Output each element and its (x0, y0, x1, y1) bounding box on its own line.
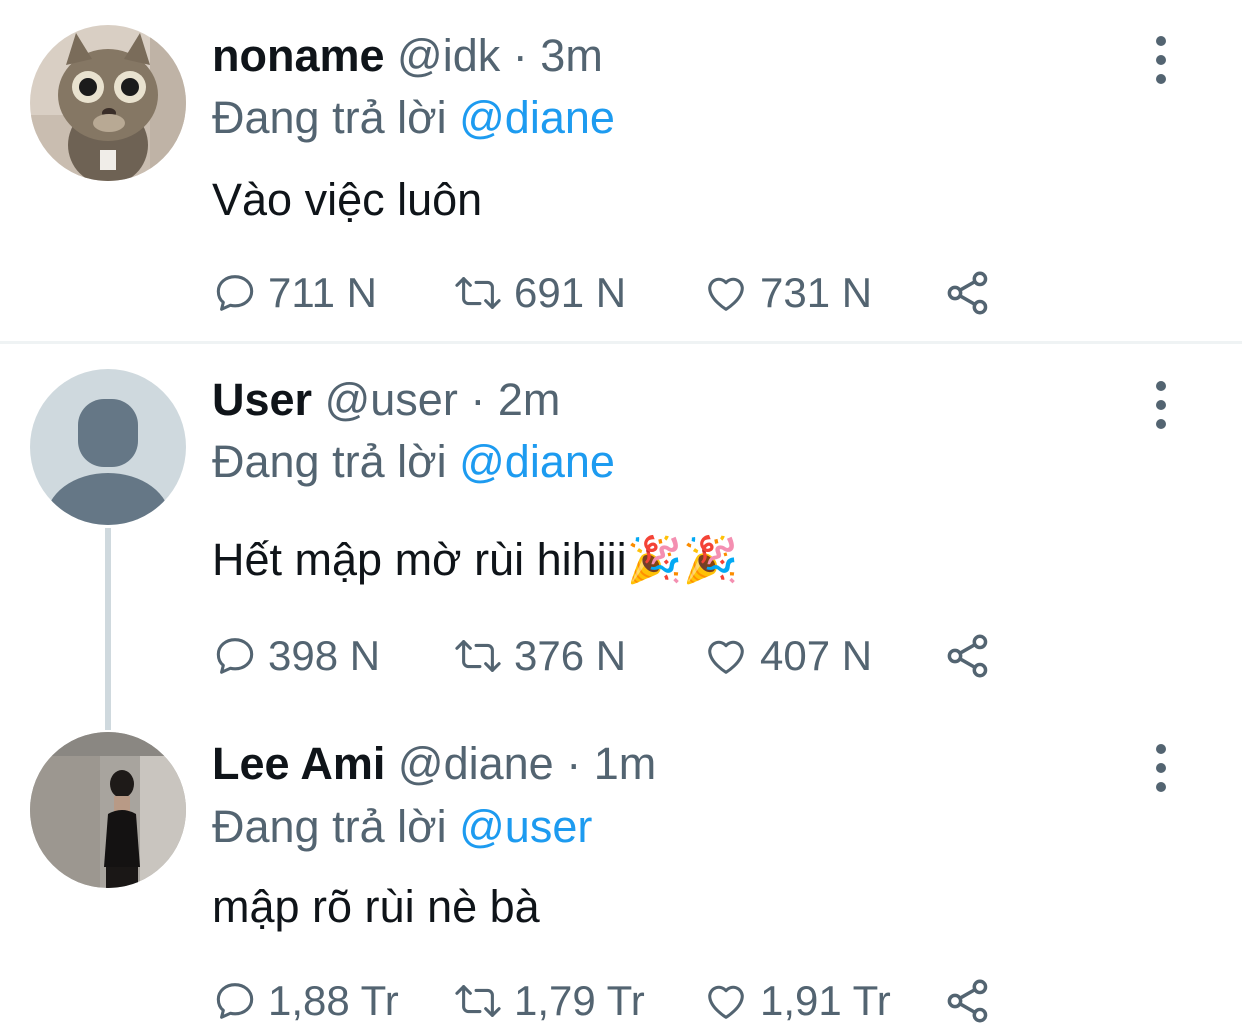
like-count: 1,91 Tr (760, 977, 891, 1024)
woman-avatar-image (30, 732, 186, 888)
display-name[interactable]: User (212, 374, 312, 425)
share-icon (947, 979, 988, 1023)
like-count: 407 N (760, 632, 873, 679)
mention-link[interactable]: @diane (459, 436, 615, 487)
avatar[interactable] (30, 732, 186, 888)
timestamp[interactable]: 2m (498, 374, 561, 425)
replying-prefix: Đang trả lời (212, 801, 447, 852)
cat-avatar-image (30, 25, 186, 181)
like-button[interactable]: 731 N (702, 268, 872, 318)
avatar[interactable] (30, 25, 186, 181)
retweet-count: 1,79 Tr (514, 977, 645, 1024)
retweet-icon (455, 277, 501, 309)
user-handle[interactable]: @idk (397, 30, 500, 81)
retweet-button[interactable]: 691 N (452, 268, 626, 318)
mention-link[interactable]: @user (459, 801, 592, 852)
display-name[interactable]: noname (212, 30, 385, 81)
display-name[interactable]: Lee Ami (212, 738, 385, 789)
more-options-icon[interactable] (1143, 36, 1179, 84)
share-icon (947, 634, 988, 678)
user-handle[interactable]: @diane (398, 738, 554, 789)
replying-to: Đang trả lời @diane (212, 434, 615, 490)
default-user-icon (30, 369, 186, 525)
reply-icon (216, 638, 254, 674)
tweet-header: User @user · 2m (212, 372, 560, 428)
reply-count: 398 N (268, 632, 381, 679)
reply-button[interactable]: 1,88 Tr (212, 976, 399, 1026)
separator-dot: · (512, 30, 528, 81)
share-button[interactable] (942, 631, 1004, 681)
tweet-text: Hết mập mờ rùi hihiii (212, 534, 627, 585)
share-button[interactable] (942, 976, 1004, 1026)
timestamp[interactable]: 3m (540, 30, 603, 81)
tweet-text: mập rõ rùi nè bà (212, 881, 540, 932)
avatar[interactable] (30, 369, 186, 525)
user-handle[interactable]: @user (325, 374, 458, 425)
replying-to: Đang trả lời @diane (212, 90, 615, 146)
retweet-button[interactable]: 1,79 Tr (452, 976, 645, 1026)
separator-dot: · (566, 738, 582, 789)
retweet-icon (455, 640, 501, 672)
reply-icon (216, 983, 254, 1019)
heart-icon (708, 277, 744, 311)
like-button[interactable]: 407 N (702, 631, 872, 681)
reply-icon (216, 275, 254, 311)
thread-connector-line (105, 528, 111, 730)
share-icon (947, 271, 988, 315)
tweet-header: noname @idk · 3m (212, 28, 603, 84)
retweet-button[interactable]: 376 N (452, 631, 626, 681)
retweet-count: 691 N (514, 269, 627, 316)
reply-button[interactable]: 711 N (212, 268, 377, 318)
reply-button[interactable]: 398 N (212, 631, 380, 681)
tweet-header: Lee Ami @diane · 1m (212, 736, 656, 792)
mention-link[interactable]: @diane (459, 92, 615, 143)
replying-to: Đang trả lời @user (212, 799, 592, 855)
tweet[interactable]: noname @idk · 3m Đang trả lời @diane Vào… (0, 0, 1242, 341)
tweet-text-container: Hết mập mờ rùi hihiii🎉🎉 (212, 532, 739, 588)
heart-icon (708, 985, 744, 1019)
retweet-count: 376 N (514, 632, 627, 679)
reply-count: 1,88 Tr (268, 977, 399, 1024)
tweet[interactable]: Lee Ami @diane · 1m Đang trả lời @user m… (0, 714, 1242, 1027)
heart-icon (708, 640, 744, 674)
replying-prefix: Đang trả lời (212, 436, 447, 487)
retweet-icon (455, 985, 501, 1017)
separator-dot: · (470, 374, 486, 425)
like-count: 731 N (760, 269, 873, 316)
timestamp[interactable]: 1m (594, 738, 657, 789)
more-options-icon[interactable] (1143, 744, 1179, 792)
reply-count: 711 N (268, 269, 377, 316)
tweet[interactable]: User @user · 2m Đang trả lời @diane Hết … (0, 344, 1242, 714)
more-options-icon[interactable] (1143, 381, 1179, 429)
share-button[interactable] (942, 268, 1004, 318)
replying-prefix: Đang trả lời (212, 92, 447, 143)
party-popper-emoji: 🎉🎉 (626, 534, 739, 585)
like-button[interactable]: 1,91 Tr (702, 976, 891, 1026)
tweet-text: Vào việc luôn (212, 174, 483, 225)
